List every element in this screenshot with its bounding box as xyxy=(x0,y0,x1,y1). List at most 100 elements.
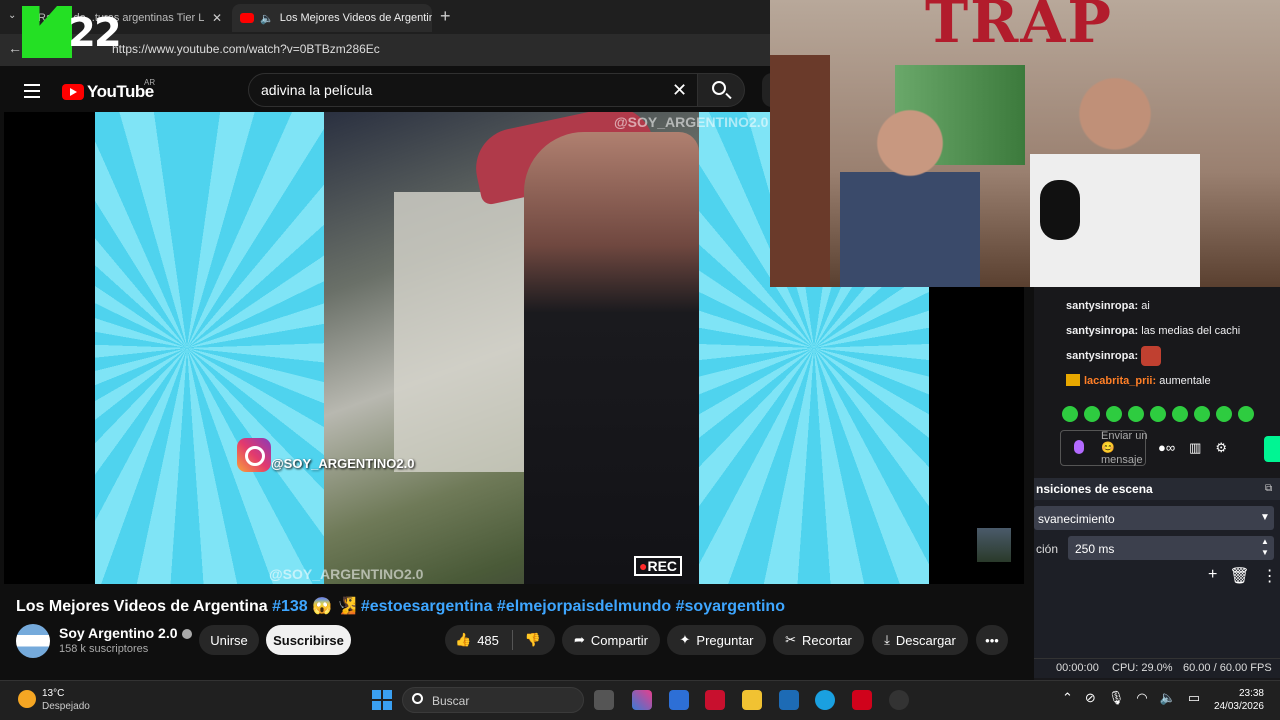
watermark-bottom: @SOY_ARGENTINO2.0 xyxy=(269,566,424,582)
ask-label: Preguntar xyxy=(696,632,754,648)
add-transition-button[interactable]: + xyxy=(1208,566,1217,586)
like-button[interactable]: 👍 485 xyxy=(455,632,499,648)
emote-icon[interactable] xyxy=(1084,406,1100,422)
channel-avatar[interactable] xyxy=(16,624,50,658)
thumbs-down-icon: 👎 xyxy=(524,632,542,647)
emote-icon[interactable] xyxy=(1194,406,1210,422)
weather-icon[interactable] xyxy=(18,690,36,708)
channel-name[interactable]: Soy Argentino 2.0 xyxy=(59,625,192,641)
mic-tray-icon[interactable]: 🎙 xyxy=(1108,690,1125,706)
share-button[interactable]: ➦ Compartir xyxy=(562,625,660,655)
chevron-down-icon: ▼ xyxy=(1260,512,1270,523)
speaker-icon: 🔈 xyxy=(260,12,274,25)
store-icon[interactable] xyxy=(669,690,689,710)
like-dislike-group: 👍 485 👎 xyxy=(445,625,555,655)
network-off-icon[interactable]: ⊘ xyxy=(1085,690,1096,706)
person-in-video xyxy=(524,132,699,584)
url-field[interactable]: https://www.youtube.com/watch?v=0BTBzm28… xyxy=(112,42,380,56)
trash-icon[interactable]: 🗑 xyxy=(1229,566,1249,586)
sparkle-icon: ✦ xyxy=(679,632,691,647)
clear-search-icon[interactable]: ✕ xyxy=(672,80,687,101)
chat-username[interactable]: lacabrita_prii: xyxy=(1084,375,1156,387)
k-logo-shape xyxy=(22,6,72,58)
webcam-overlay: TRAP xyxy=(770,0,1280,287)
youtube-logo[interactable]: YouTube xyxy=(62,82,154,102)
instagram-handle: @SOY_ARGENTINO2.0 xyxy=(271,456,415,471)
taskbar-search-placeholder: Buscar xyxy=(432,694,470,708)
share-label: Compartir xyxy=(590,632,648,648)
tab-list-chevron-icon[interactable]: ⌄ xyxy=(8,10,16,21)
emote-icon[interactable] xyxy=(1216,406,1232,422)
dislike-button[interactable]: 👎 xyxy=(525,632,541,648)
emote-icon[interactable] xyxy=(1150,406,1166,422)
task-view-icon[interactable] xyxy=(594,690,614,710)
chat-username[interactable]: santysinropa: xyxy=(1066,325,1138,337)
like-count: 485 xyxy=(477,632,499,648)
duration-label: ción xyxy=(1036,542,1059,556)
chat-send-button[interactable] xyxy=(1264,436,1280,462)
tab-youtube-video[interactable]: 🔈 Los Mejores Videos de Argentina ✕ xyxy=(232,4,432,32)
mic-icon[interactable] xyxy=(1074,440,1084,454)
join-button[interactable]: Unirse xyxy=(199,625,259,655)
outlook-icon[interactable] xyxy=(779,690,799,710)
chat-placeholder: Enviar un 😊 mensaje xyxy=(1101,430,1148,466)
wall-graffiti: TRAP xyxy=(925,0,1113,56)
lol-icon[interactable] xyxy=(852,690,872,710)
file-explorer-icon[interactable] xyxy=(742,690,762,710)
streamer-left xyxy=(840,95,980,287)
obs-time: 00:00:00 xyxy=(1056,662,1099,674)
edge-icon[interactable] xyxy=(815,690,835,710)
store-icon[interactable]: ▥ xyxy=(1189,440,1201,456)
chat-username[interactable]: santysinropa: xyxy=(1066,350,1138,362)
chat-message: santysinropa: las medias del cachi xyxy=(1066,325,1240,337)
logo-number: 22 xyxy=(68,10,122,56)
download-button[interactable]: ⤓ Descargar xyxy=(872,625,968,655)
mcafee-icon[interactable] xyxy=(705,690,725,710)
ask-button[interactable]: ✦ Preguntar xyxy=(667,625,766,655)
settings-icon[interactable]: ⚙ xyxy=(1215,440,1227,456)
video-title-main: Los Mejores Videos de Argentina xyxy=(16,598,268,615)
undock-icon[interactable]: ⧉ xyxy=(1265,483,1272,494)
start-button[interactable] xyxy=(372,690,392,710)
subscribe-watermark-button[interactable] xyxy=(977,528,1011,562)
taskbar-search[interactable] xyxy=(402,687,584,713)
taskbar-clock[interactable]: 23:38 24/03/2026 xyxy=(1210,687,1264,713)
download-icon: ⤓ xyxy=(884,632,890,647)
emote-icon[interactable] xyxy=(1106,406,1122,422)
menu-icon[interactable] xyxy=(24,84,40,102)
emote-icon[interactable] xyxy=(1062,406,1078,422)
chat-text: ai xyxy=(1141,300,1150,312)
emote-icon[interactable] xyxy=(1172,406,1188,422)
volume-icon[interactable]: 🔈 xyxy=(1160,690,1176,706)
back-arrow-icon[interactable]: ← xyxy=(8,40,22,56)
more-actions-button[interactable]: ••• xyxy=(976,625,1008,655)
crown-badge-icon xyxy=(1066,374,1080,386)
download-label: Descargar xyxy=(895,632,956,648)
thumbs-up-icon: 👍 xyxy=(455,632,472,647)
youtube-favicon-icon xyxy=(240,13,254,23)
video-title-tags[interactable]: #138 😱 🧏 #estoesargentina #elmejorpaisde… xyxy=(272,598,785,615)
obs-buttons: + 🗑 ⋮ xyxy=(1208,566,1278,586)
duration-stepper[interactable]: ▲ ▼ xyxy=(1261,536,1269,558)
obs-cpu: CPU: 29.0% xyxy=(1112,662,1173,674)
subscriber-count: 158 k suscriptores xyxy=(59,643,149,655)
weather-condition: Despejado xyxy=(42,701,90,712)
subscribe-button[interactable]: Suscribirse xyxy=(266,625,351,655)
watermark-top: @SOY_ARGENTINO2.0 xyxy=(614,114,769,130)
bits-icon[interactable]: ●∞ xyxy=(1158,440,1175,456)
emote-icon[interactable] xyxy=(1238,406,1254,422)
copilot-icon[interactable] xyxy=(632,690,652,710)
wifi-icon[interactable]: ◠ xyxy=(1136,690,1147,706)
obs-icon[interactable] xyxy=(889,690,909,710)
chat-username[interactable]: santysinropa: xyxy=(1066,300,1138,312)
duration-value: 250 ms xyxy=(1075,542,1115,556)
like-divider xyxy=(512,630,513,650)
emote-icon[interactable] xyxy=(1128,406,1144,422)
close-tab-icon[interactable]: ✕ xyxy=(212,11,222,25)
search-icon xyxy=(712,81,726,95)
new-tab-button[interactable]: + xyxy=(440,6,451,27)
chevron-up-icon[interactable]: ⌃ xyxy=(1062,690,1073,706)
battery-icon[interactable]: ▭ xyxy=(1188,690,1200,706)
more-options-icon[interactable]: ⋮ xyxy=(1262,566,1278,586)
clip-button[interactable]: ✂ Recortar xyxy=(773,625,864,655)
